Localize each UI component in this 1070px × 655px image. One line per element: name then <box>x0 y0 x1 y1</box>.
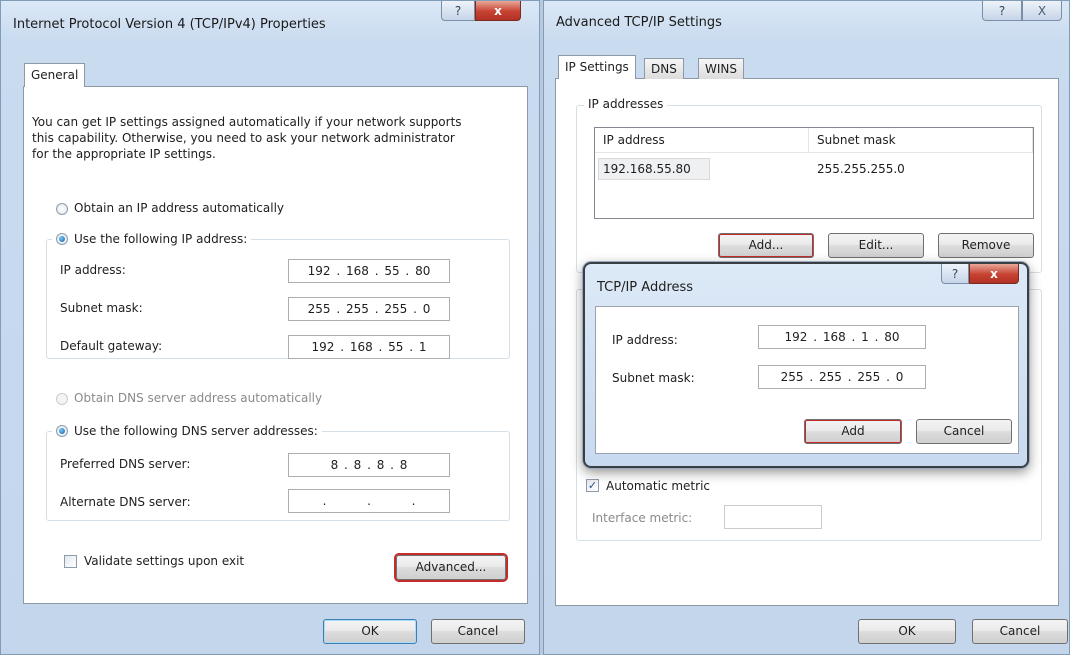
window-title: Internet Protocol Version 4 (TCP/IPv4) P… <box>13 17 326 32</box>
close-icon: X <box>1037 3 1047 18</box>
close-button[interactable]: x <box>475 1 521 21</box>
dialog-panel: IP address: 192 . 168 . 1 . 80 Subnet ma… <box>595 306 1019 454</box>
close-icon: x <box>494 3 502 18</box>
metric-legend: ✓ Automatic metric <box>582 477 714 495</box>
window-controls: ? X <box>982 1 1062 21</box>
add-button[interactable]: Add... <box>718 233 814 258</box>
ok-button[interactable]: OK <box>323 619 417 644</box>
alternate-dns-label: Alternate DNS server: <box>60 495 191 509</box>
tab-dns[interactable]: DNS <box>644 58 684 79</box>
intro-line-1: You can get IP settings assigned automat… <box>32 115 462 129</box>
close-icon: x <box>990 266 998 281</box>
ip-addresses-legend: IP addresses <box>584 97 668 111</box>
dialog-subnet-field[interactable]: 255 . 255 . 255 . 0 <box>758 365 926 389</box>
ip-address-field[interactable]: 192 . 168 . 55 . 80 <box>288 259 450 283</box>
dialog-subnet-label: Subnet mask: <box>612 371 695 385</box>
subnet-mask-label: Subnet mask: <box>60 301 143 315</box>
radio-use-ip[interactable] <box>56 233 68 245</box>
ip-address-label: IP address: <box>60 263 126 277</box>
dns-group-legend: Use the following DNS server addresses: <box>52 421 322 441</box>
alternate-dns-field[interactable]: . . . <box>288 489 450 513</box>
col-subnet-mask[interactable]: Subnet mask <box>809 128 1033 153</box>
general-panel: You can get IP settings assigned automat… <box>23 86 528 604</box>
radio-use-ip-label: Use the following IP address: <box>74 232 248 246</box>
window-controls: ? x <box>441 1 521 21</box>
dialog-cancel-button[interactable]: Cancel <box>916 419 1012 444</box>
dialog-ip-label: IP address: <box>612 333 678 347</box>
dialog-add-button[interactable]: Add <box>804 419 902 444</box>
preferred-dns-field[interactable]: 8 . 8 . 8 . 8 <box>288 453 450 477</box>
intro-line-2: this capability. Otherwise, you need to … <box>32 131 455 145</box>
ip-address-list[interactable]: IP address Subnet mask 192.168.55.80 255… <box>594 127 1034 219</box>
help-icon: ? <box>951 266 959 281</box>
radio-obtain-ip[interactable] <box>56 203 68 215</box>
remove-button[interactable]: Remove <box>938 233 1034 258</box>
help-button[interactable]: ? <box>982 1 1022 21</box>
automatic-metric-label: Automatic metric <box>606 479 710 493</box>
dialog-controls: ? x <box>941 264 1019 284</box>
validate-label: Validate settings upon exit <box>84 554 245 568</box>
cancel-button[interactable]: Cancel <box>972 619 1068 644</box>
default-gateway-field[interactable]: 192 . 168 . 55 . 1 <box>288 335 450 359</box>
intro-line-3: for the appropriate IP settings. <box>32 147 216 161</box>
help-button[interactable]: ? <box>441 1 475 21</box>
ip-group-legend: Use the following IP address: <box>52 229 252 249</box>
radio-obtain-ip-label: Obtain an IP address automatically <box>74 201 285 215</box>
tab-ip-settings[interactable]: IP Settings <box>558 55 636 79</box>
help-icon: ? <box>998 3 1006 18</box>
radio-use-dns-label: Use the following DNS server addresses: <box>74 424 318 438</box>
row-subnet-mask[interactable]: 255.255.255.0 <box>809 158 905 180</box>
dialog-ip-field[interactable]: 192 . 168 . 1 . 80 <box>758 325 926 349</box>
window-title: Advanced TCP/IP Settings <box>556 15 722 30</box>
help-button[interactable]: ? <box>941 264 969 284</box>
radio-use-dns[interactable] <box>56 425 68 437</box>
ok-button[interactable]: OK <box>858 619 956 644</box>
edit-button[interactable]: Edit... <box>828 233 924 258</box>
radio-obtain-dns-label: Obtain DNS server address automatically <box>74 391 323 405</box>
radio-obtain-dns[interactable] <box>56 393 68 405</box>
tcpip-address-dialog: TCP/IP Address ? x IP address: 192 . 168… <box>583 262 1029 468</box>
close-button[interactable]: x <box>969 264 1019 284</box>
validate-checkbox[interactable] <box>64 555 77 568</box>
automatic-metric-checkbox[interactable]: ✓ <box>586 479 599 492</box>
col-ip-address[interactable]: IP address <box>595 128 809 153</box>
default-gateway-label: Default gateway: <box>60 339 163 353</box>
ipv4-properties-window: Internet Protocol Version 4 (TCP/IPv4) P… <box>0 0 540 655</box>
row-ip-address[interactable]: 192.168.55.80 <box>595 158 691 180</box>
advanced-button[interactable]: Advanced... <box>394 553 508 582</box>
help-icon: ? <box>454 3 462 18</box>
interface-metric-label: Interface metric: <box>592 511 693 525</box>
subnet-mask-field[interactable]: 255 . 255 . 255 . 0 <box>288 297 450 321</box>
close-button[interactable]: X <box>1022 1 1062 21</box>
tab-general[interactable]: General <box>24 63 86 87</box>
tab-wins[interactable]: WINS <box>698 58 744 79</box>
interface-metric-field[interactable] <box>724 505 822 529</box>
preferred-dns-label: Preferred DNS server: <box>60 457 191 471</box>
dialog-title: TCP/IP Address <box>597 280 694 295</box>
cancel-button[interactable]: Cancel <box>431 619 525 644</box>
